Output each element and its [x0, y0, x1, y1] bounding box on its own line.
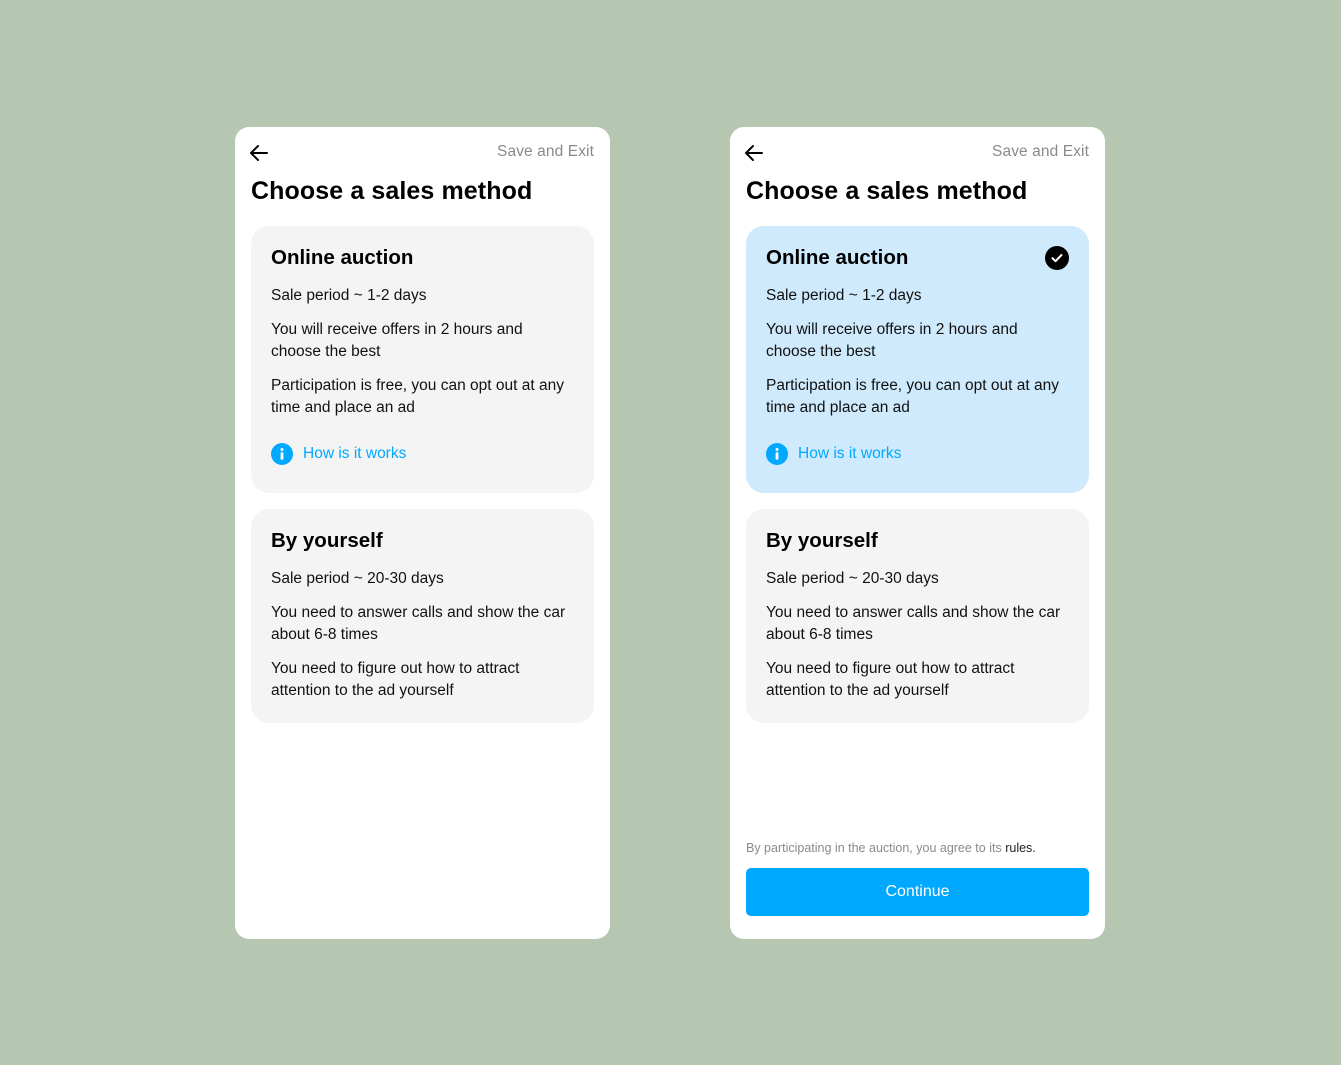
continue-button[interactable]: Continue	[746, 868, 1089, 916]
option-detail: You will receive offers in 2 hours and c…	[271, 321, 523, 360]
option-detail: You need to figure out how to attract at…	[766, 660, 1015, 699]
auction-agreement-text: By participating in the auction, you agr…	[746, 841, 1036, 855]
option-detail: Sale period ~ 20-30 days	[766, 570, 939, 587]
option-detail: You will receive offers in 2 hours and c…	[766, 321, 1018, 360]
option-detail: Sale period ~ 20-30 days	[271, 570, 444, 587]
option-detail: You need to answer calls and show the ca…	[766, 604, 1061, 643]
option-detail: You need to answer calls and show the ca…	[271, 604, 566, 643]
option-title: Online auction	[271, 246, 414, 269]
option-detail: Participation is free, you can opt out a…	[271, 377, 564, 416]
sales-method-screen-selected: Save and Exit Choose a sales method Onli…	[730, 127, 1105, 939]
option-detail: Sale period ~ 1-2 days	[766, 287, 922, 304]
page-title: Choose a sales method	[251, 177, 533, 205]
info-icon	[271, 443, 293, 465]
info-icon	[766, 443, 788, 465]
option-title: By yourself	[271, 529, 383, 552]
option-detail: You need to figure out how to attract at…	[271, 660, 520, 699]
online-auction-option[interactable]: Online auction Sale period ~ 1-2 days Yo…	[746, 226, 1089, 493]
option-title: Online auction	[766, 246, 909, 269]
checkmark-icon	[1045, 246, 1069, 270]
online-auction-option[interactable]: Online auction Sale period ~ 1-2 days Yo…	[251, 226, 594, 493]
page-title: Choose a sales method	[746, 177, 1028, 205]
how-it-works-link[interactable]: How is it works	[271, 442, 406, 466]
option-detail: Participation is free, you can opt out a…	[766, 377, 1059, 416]
sales-method-screen-default: Save and Exit Choose a sales method Onli…	[235, 127, 610, 939]
how-it-works-link[interactable]: How is it works	[766, 442, 901, 466]
back-button[interactable]	[744, 142, 764, 164]
option-detail: Sale period ~ 1-2 days	[271, 287, 427, 304]
back-button[interactable]	[249, 142, 269, 164]
rules-link[interactable]: rules.	[1005, 841, 1036, 855]
option-title: By yourself	[766, 529, 878, 552]
save-and-exit-link[interactable]: Save and Exit	[992, 143, 1089, 161]
save-and-exit-link[interactable]: Save and Exit	[497, 143, 594, 161]
by-yourself-option[interactable]: By yourself Sale period ~ 20-30 days You…	[251, 509, 594, 723]
how-it-works-label: How is it works	[798, 445, 902, 462]
agreement-label: By participating in the auction, you agr…	[746, 841, 1002, 855]
by-yourself-option[interactable]: By yourself Sale period ~ 20-30 days You…	[746, 509, 1089, 723]
arrow-left-icon	[250, 145, 268, 161]
how-it-works-label: How is it works	[303, 445, 407, 462]
arrow-left-icon	[745, 145, 763, 161]
